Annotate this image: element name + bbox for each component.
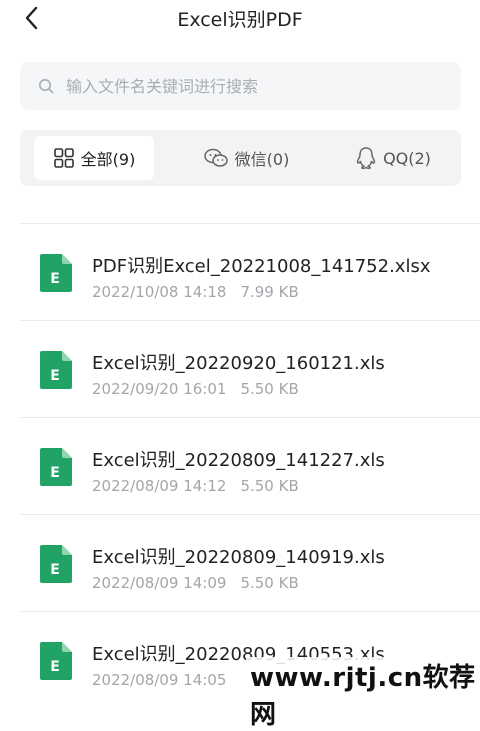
file-size: 5.50 KB [240,574,299,592]
file-icon-letter: E [50,465,60,481]
file-icon-letter: E [50,368,60,384]
file-meta: 2022/08/09 14:09 5.50 KB [92,574,299,592]
file-name: Excel识别_20220920_160121.xls [92,353,385,374]
excel-file-icon: E [40,254,72,292]
file-date: 2022/10/08 14:18 [92,283,227,301]
excel-file-icon: E [40,351,72,389]
file-list-item[interactable]: E Excel识别_20220809_141227.xls 2022/08/09… [0,418,480,514]
file-date: 2022/08/09 14:09 [92,574,227,592]
file-name: Excel识别_20220809_141227.xls [92,450,385,471]
file-meta: 2022/09/20 16:01 5.50 KB [92,380,299,398]
file-size: 7.99 KB [240,283,299,301]
file-icon-letter: E [50,562,60,578]
file-date: 2022/08/09 14:05 [92,671,227,689]
tab-all-label: 全部(9) [80,150,136,169]
grid-icon [53,148,74,168]
tab-all[interactable]: 全部(9) [34,136,154,180]
excel-file-icon: E [40,545,72,583]
file-list-item[interactable]: E Excel识别_20220809_140919.xls 2022/08/09… [0,515,480,611]
file-size: 5.50 KB [240,380,299,398]
excel-file-icon: E [40,448,72,486]
source-tabs: 全部(9) 微信(0) QQ(2) [20,130,461,186]
tab-qq[interactable]: QQ(2) [338,136,448,180]
tab-wechat[interactable]: 微信(0) [186,136,306,180]
file-meta: 2022/08/09 14:12 5.50 KB [92,477,299,495]
excel-file-icon: E [40,642,72,680]
page-title: Excel识别PDF [177,9,303,31]
file-name: Excel识别_20220809_140919.xls [92,547,385,568]
qq-icon [356,147,376,170]
wechat-icon [203,148,228,167]
file-meta: 2022/10/08 14:18 7.99 KB [92,283,299,301]
file-meta: 2022/08/09 14:05 [92,671,240,689]
file-size: 5.50 KB [240,477,299,495]
search-input[interactable] [66,62,446,110]
file-date: 2022/09/20 16:01 [92,380,227,398]
file-icon-letter: E [50,271,60,287]
tab-wechat-label: 微信(0) [234,150,290,169]
file-list-item[interactable]: E PDF识别Excel_20221008_141752.xlsx 2022/1… [0,224,480,320]
tab-qq-label: QQ(2) [383,148,431,168]
file-name: PDF识别Excel_20221008_141752.xlsx [92,256,431,277]
file-list-item[interactable]: E Excel识别_20220920_160121.xls 2022/09/20… [0,321,480,417]
file-date: 2022/08/09 14:12 [92,477,227,495]
search-icon [39,79,54,94]
watermark: www.rjtj.cn软荐网 [246,657,480,731]
file-icon-letter: E [50,659,60,675]
header: Excel识别PDF [0,0,480,38]
search-bar[interactable] [20,62,461,110]
